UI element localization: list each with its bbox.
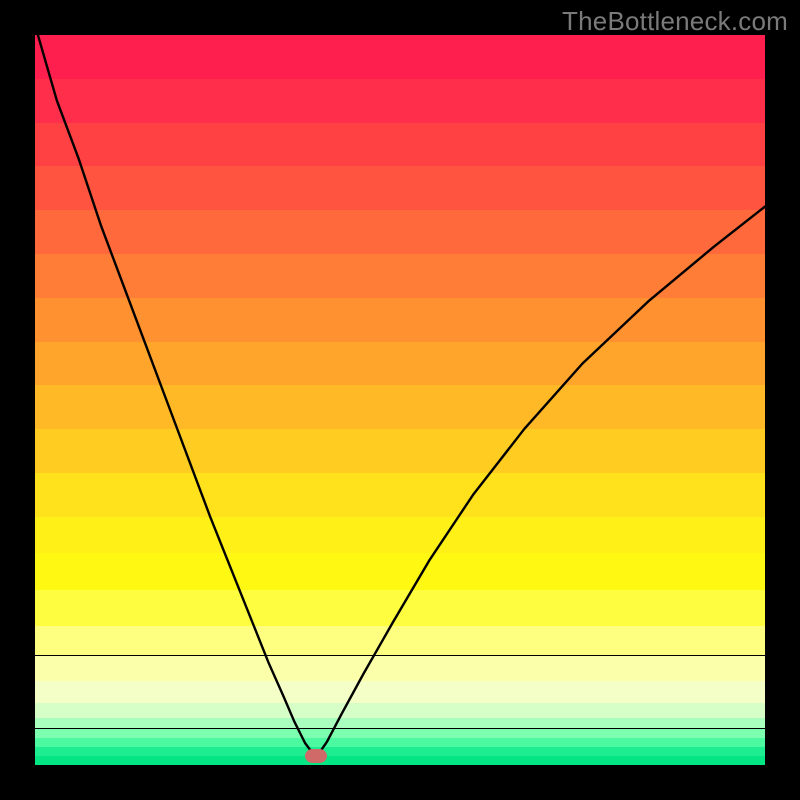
plot-area (35, 35, 765, 765)
bottleneck-curve (35, 35, 765, 765)
optimum-marker (305, 749, 327, 763)
chart-frame: TheBottleneck.com (0, 0, 800, 800)
watermark-text: TheBottleneck.com (562, 6, 788, 37)
